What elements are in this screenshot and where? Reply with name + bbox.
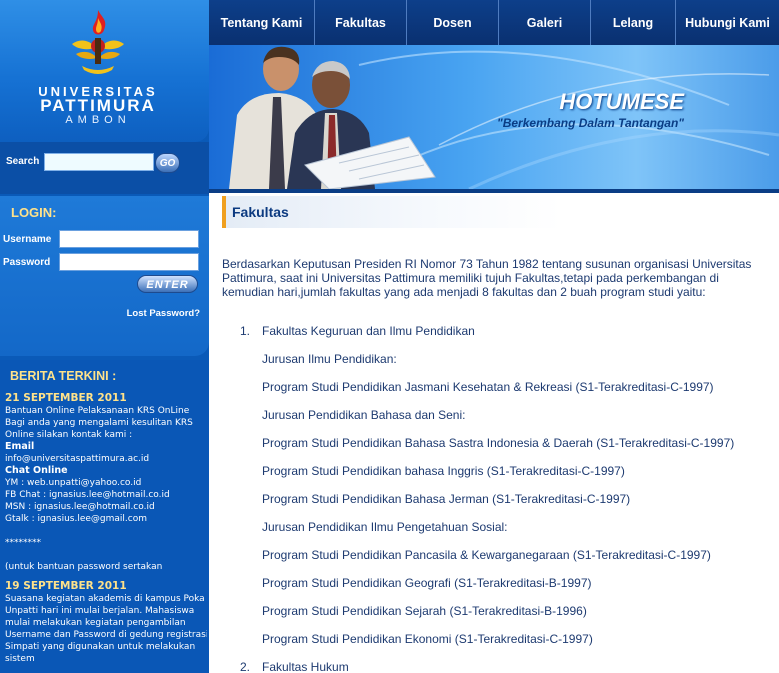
university-city: AMBON [65,114,131,126]
news-text: Username dan Password di gedung registra… [5,630,207,640]
study-program: Program Studi Pendidikan bahasa Inggris … [262,464,625,478]
email-label: Email [5,441,35,452]
faculty-name: Fakultas Hukum [262,660,349,673]
news-text: Suasana kegiatan akademis di kampus Poka [5,594,205,604]
intro-paragraph: Berdasarkan Keputusan Presiden RI Nomor … [222,257,752,299]
chat-online-label: Chat Online [5,465,68,476]
chat-contact: MSN : ignasius.lee@hotmail.co.id [5,502,155,512]
search-block: Search GO [0,142,209,194]
news-panel: BERITA TERKINI : 21 SEPTEMBER 2011 Bantu… [0,360,209,673]
password-field[interactable] [59,253,199,271]
banner-tagline: "Berkembang Dalam Tantangan" [497,116,684,130]
main-content: Fakultas Berdasarkan Keputusan Presiden … [209,193,779,673]
news-text: Online silakan kontak kami : [5,430,133,440]
header-banner: HOTUMESE "Berkembang Dalam Tantangan" [209,45,779,189]
nav-item-dosen[interactable]: Dosen [407,0,499,45]
university-emblem-icon [72,10,124,74]
chat-contact: YM : web.unpatti@yahoo.co.id [5,478,142,488]
nav-item-fakultas[interactable]: Fakultas [315,0,407,45]
lost-password-link[interactable]: Lost Password? [127,308,200,319]
study-program: Program Studi Pendidikan Bahasa Sastra I… [262,436,735,450]
study-program: Program Studi Pendidikan Bahasa Jerman (… [262,492,631,506]
support-email: info@universitaspattimura.ac.id [5,454,150,464]
search-input[interactable] [44,153,154,171]
banner-photo [229,46,779,189]
username-field[interactable] [59,230,199,248]
page-title: Fakultas [232,204,289,220]
news-panel-title: BERITA TERKINI : [10,369,117,383]
list-number: 2. [240,660,251,673]
nav-item-lelang[interactable]: Lelang [591,0,676,45]
department-name: Jurusan Pendidikan Ilmu Pengetahuan Sosi… [262,520,508,534]
news-text: (untuk bantuan password sertakan [5,562,163,572]
news-text: mulai melakukan kegiatan pengambilan [5,618,186,628]
search-go-button[interactable]: GO [155,153,180,173]
study-program: Program Studi Pendidikan Pancasila & Kew… [262,548,711,562]
news-date[interactable]: 19 SEPTEMBER 2011 [5,579,207,593]
login-panel: LOGIN: Username Password ENTER Lost Pass… [0,196,209,356]
login-title: LOGIN: [11,205,57,220]
study-program: Program Studi Pendidikan Jasmani Kesehat… [262,380,714,394]
study-program: Program Studi Pendidikan Sejarah (S1-Ter… [262,604,587,618]
sidebar: UNIVERSITAS PATTIMURA AMBON Search GO LO… [0,0,209,673]
study-program: Program Studi Pendidikan Geografi (S1-Te… [262,576,592,590]
news-list: 21 SEPTEMBER 2011 Bantuan Online Pelaksa… [5,391,207,665]
top-navigation: Tentang Kami Fakultas Dosen Galeri Lelan… [209,0,779,45]
news-text: Simpati yang digunakan untuk melakukan [5,642,196,652]
chat-contact: FB Chat : ignasius.lee@hotmail.co.id [5,490,170,500]
enter-button[interactable]: ENTER [137,275,198,293]
faculty-name: Fakultas Keguruan dan Ilmu Pendidikan [262,324,475,338]
nav-item-hubungi-kami[interactable]: Hubungi Kami [676,0,779,45]
chat-contact: Gtalk : ignasius.lee@gmail.com [5,514,148,524]
news-text: Bagi anda yang mengalami kesulitan KRS [5,418,193,428]
study-program: Program Studi Pendidikan Ekonomi (S1-Ter… [262,632,593,646]
password-label: Password [3,257,51,268]
username-label: Username [3,234,52,245]
news-separator-stars: ******** [5,538,41,548]
news-text: sistem [5,654,35,664]
news-text: Unpatti hari ini mulai berjalan. Mahasis… [5,606,195,616]
news-text: Bantuan Online Pelaksanaan KRS OnLine [5,406,190,416]
department-name: Jurusan Pendidikan Bahasa dan Seni: [262,408,466,422]
news-date[interactable]: 21 SEPTEMBER 2011 [5,391,207,405]
banner-title: HOTUMESE [559,89,684,114]
nav-item-tentang-kami[interactable]: Tentang Kami [209,0,315,45]
university-name-line-2: PATTIMURA [40,96,156,115]
section-heading: Fakultas [222,196,562,228]
logo-block[interactable]: UNIVERSITAS PATTIMURA AMBON [0,0,209,142]
search-label: Search [6,156,40,167]
list-number: 1. [240,324,251,338]
department-name: Jurusan Ilmu Pendidikan: [262,352,397,366]
nav-item-galeri[interactable]: Galeri [499,0,591,45]
